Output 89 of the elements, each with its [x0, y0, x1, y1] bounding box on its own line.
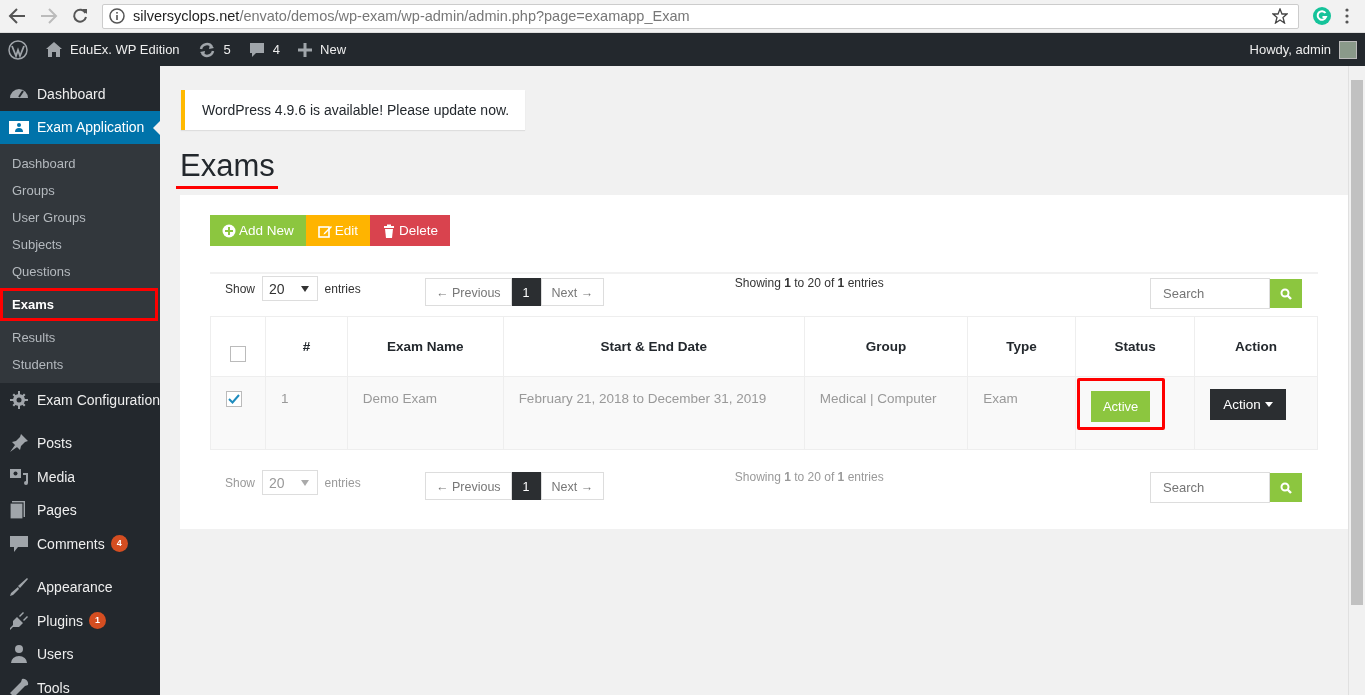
search-icon — [1280, 287, 1292, 300]
delete-button[interactable]: Delete — [370, 215, 451, 246]
sidebar-item[interactable]: Exam Application — [0, 110, 160, 144]
plus-circle-icon — [222, 223, 236, 238]
column-header[interactable]: Exam Name — [386, 339, 464, 354]
show-label: Show — [225, 475, 256, 490]
action-dropdown-button[interactable]: Action — [1210, 389, 1286, 420]
pushpin-icon — [9, 433, 29, 454]
scrollbar[interactable] — [1348, 66, 1365, 695]
trash-icon — [382, 223, 397, 238]
search-icon — [1280, 481, 1292, 494]
sidebar-item[interactable]: Pages — [0, 493, 160, 527]
sidebar-item[interactable]: Posts — [0, 426, 160, 460]
checkbox[interactable] — [230, 345, 247, 362]
previous-button[interactable]: ← Previous — [425, 278, 512, 306]
paintbrush-icon — [9, 577, 29, 598]
search-button[interactable] — [1270, 279, 1302, 308]
submenu-item[interactable]: Subjects — [0, 231, 160, 258]
sidebar-item[interactable]: Media — [0, 460, 160, 494]
submenu-item[interactable]: Students — [0, 351, 160, 378]
submenu-item[interactable]: Groups — [0, 177, 160, 204]
submenu-item[interactable]: Exams — [0, 288, 158, 321]
plus-icon — [298, 42, 313, 57]
entries-label: entries — [324, 475, 361, 490]
submenu-item[interactable]: User Groups — [0, 204, 160, 231]
updates-link[interactable]: 5 — [197, 41, 231, 58]
count-badge: 1 — [88, 612, 106, 630]
sidebar-item[interactable]: Dashboard — [0, 77, 160, 111]
pencil-square-icon — [317, 223, 332, 238]
avatar — [1339, 40, 1357, 59]
page-button[interactable]: 1 — [511, 278, 541, 306]
media-icon — [9, 466, 29, 487]
search-field[interactable]: Search — [1150, 278, 1270, 309]
search-button[interactable] — [1270, 473, 1302, 502]
group-name: Medical | Computer — [819, 391, 937, 406]
count-badge: 4 — [110, 535, 128, 553]
comment-icon — [9, 533, 29, 554]
sidebar-item[interactable]: Exam Configuration — [0, 383, 160, 417]
next-button[interactable]: Next → — [540, 278, 605, 306]
update-notice: WordPress 4.9.6 is available! Please update now. — [181, 90, 526, 130]
bookmark-star-icon[interactable] — [1272, 8, 1288, 24]
column-header[interactable]: Start & End Date — [600, 339, 707, 354]
menu-icon[interactable] — [1345, 8, 1349, 24]
page-size-select[interactable]: 20 — [262, 276, 318, 301]
comments-link[interactable]: 4 — [248, 41, 281, 58]
reload-icon[interactable] — [72, 8, 88, 24]
plug-icon — [9, 610, 29, 631]
sidebar-item[interactable]: Comments 4 — [0, 527, 160, 561]
column-header[interactable]: Type — [1006, 339, 1037, 354]
wordpress-logo-icon[interactable] — [8, 39, 28, 60]
row-number: 1 — [281, 391, 289, 406]
entries-info: Showing 1 to 20 of 1 entries — [733, 276, 885, 290]
home-icon — [46, 42, 62, 57]
user-icon — [9, 644, 29, 665]
column-header[interactable]: # — [302, 339, 311, 354]
exam-name: Demo Exam — [362, 391, 438, 406]
sidebar-item[interactable]: Users — [0, 637, 160, 671]
caret-icon — [1264, 402, 1273, 407]
address-bar[interactable]: silversyclops.net/envato/demos/wp-exam/wp-admin/admin.php?page=examapp_Exam — [102, 3, 1299, 29]
wrench-icon — [9, 677, 29, 695]
submenu-item[interactable]: Questions — [0, 258, 160, 285]
dropdown-caret-icon — [300, 479, 309, 486]
column-header[interactable]: Group — [865, 339, 907, 354]
page-title: Exams — [176, 148, 278, 189]
scrollbar-thumb[interactable] — [1351, 80, 1363, 605]
entries-info: Showing 1 to 20 of 1 entries — [733, 470, 885, 484]
submenu-item[interactable]: Results — [0, 324, 160, 351]
account-link[interactable]: Howdy, admin — [1249, 40, 1357, 59]
column-header[interactable]: Action — [1235, 339, 1278, 354]
sidebar-item[interactable]: Appearance — [0, 570, 160, 604]
back-icon[interactable] — [8, 8, 26, 24]
comment-icon — [248, 41, 265, 58]
forward-icon[interactable] — [40, 8, 58, 24]
sidebar-item[interactable]: Tools — [0, 671, 160, 695]
sidebar-item[interactable]: Plugins 1 — [0, 604, 160, 638]
gear-icon — [9, 389, 29, 410]
info-icon — [109, 8, 125, 24]
date-range: February 21, 2018 to December 31, 2019 — [518, 391, 767, 406]
entries-label: entries — [324, 281, 361, 296]
column-header[interactable]: Status — [1114, 339, 1156, 354]
refresh-icon — [197, 41, 216, 58]
submenu-item[interactable]: Dashboard — [0, 150, 160, 177]
checkbox[interactable] — [226, 391, 242, 408]
show-label: Show — [225, 281, 256, 296]
site-link[interactable]: EduEx. WP Edition — [46, 42, 180, 57]
extension-icon[interactable] — [1313, 7, 1331, 25]
exam-type: Exam — [983, 391, 1018, 406]
dropdown-caret-icon — [300, 285, 309, 292]
new-link[interactable]: New — [298, 42, 347, 57]
